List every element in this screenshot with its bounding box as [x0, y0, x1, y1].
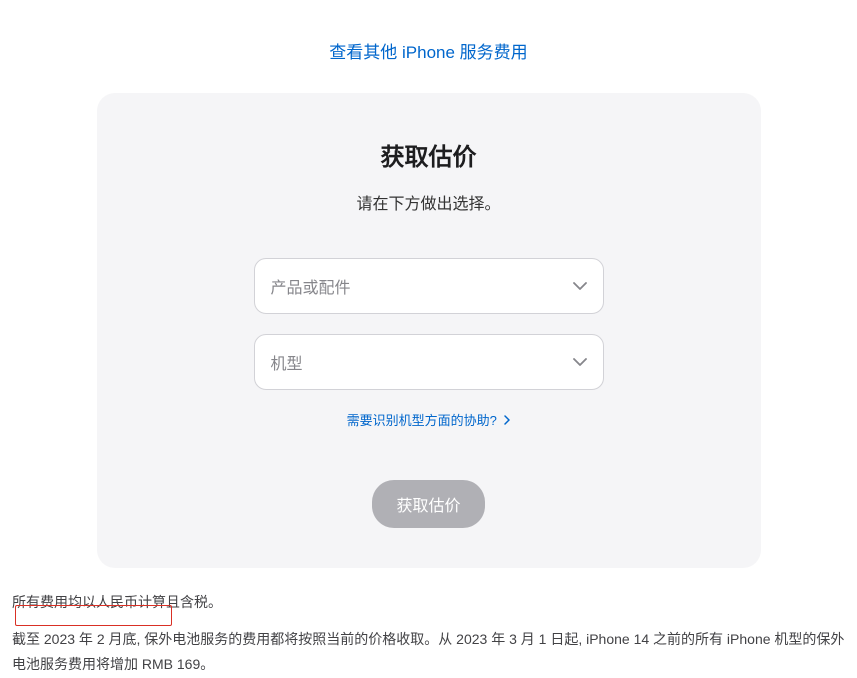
card-subtitle: 请在下方做出选择。: [137, 190, 721, 214]
product-select-wrapper: 产品或配件: [254, 258, 604, 314]
other-services-link[interactable]: 查看其他 iPhone 服务费用: [329, 43, 527, 62]
model-select[interactable]: 机型: [254, 334, 604, 390]
help-link-label: 需要识别机型方面的协助?: [347, 413, 497, 428]
model-select-placeholder: 机型: [271, 350, 303, 374]
footer-line-1: 所有费用均以人民币计算且含税。: [12, 590, 845, 615]
model-select-wrapper: 机型: [254, 334, 604, 390]
help-link-container: 需要识别机型方面的协助?: [137, 410, 721, 430]
footer-text: 所有费用均以人民币计算且含税。 截至 2023 年 2 月底, 保外电池服务的费…: [0, 568, 857, 678]
top-link-container: 查看其他 iPhone 服务费用: [0, 0, 857, 93]
chevron-down-icon: [573, 277, 587, 295]
chevron-down-icon: [573, 353, 587, 371]
footer-line-2: 截至 2023 年 2 月底, 保外电池服务的费用都将按照当前的价格收取。从 2…: [12, 627, 845, 677]
card-title: 获取估价: [137, 137, 721, 172]
chevron-right-icon: [504, 415, 510, 428]
product-select-placeholder: 产品或配件: [271, 274, 351, 298]
identify-model-help-link[interactable]: 需要识别机型方面的协助?: [347, 413, 511, 428]
estimate-card: 获取估价 请在下方做出选择。 产品或配件 机型 需要识别机型方面的协助?: [97, 93, 761, 568]
product-select[interactable]: 产品或配件: [254, 258, 604, 314]
get-estimate-button[interactable]: 获取估价: [372, 480, 484, 528]
submit-button-wrapper: 获取估价: [137, 480, 721, 528]
